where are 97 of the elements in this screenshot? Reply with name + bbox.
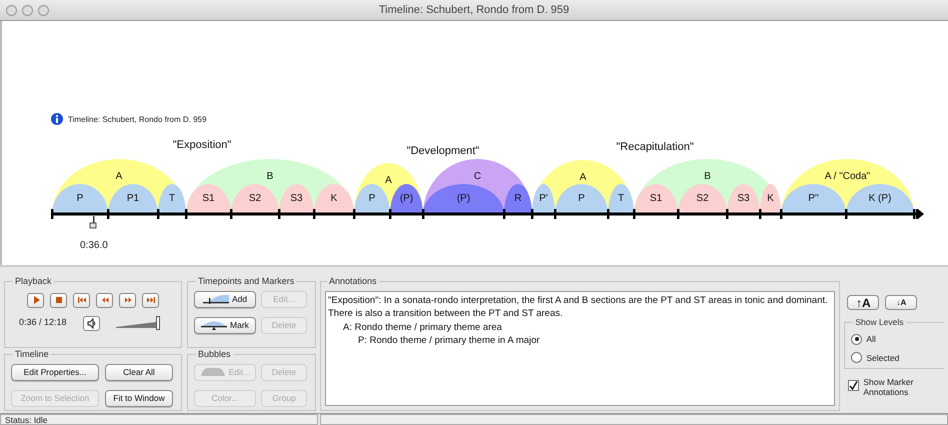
panel-button[interactable]: Edit Properties...: [11, 364, 99, 380]
bubble-label: A / "Coda": [824, 171, 870, 182]
speaker-icon: [87, 318, 96, 328]
checkbox-label: Show Marker Annotations: [863, 377, 914, 398]
increase-font-button[interactable]: ↑A: [847, 295, 880, 310]
panel-button[interactable]: Mark: [194, 316, 256, 334]
bubble-label: P: [76, 193, 84, 204]
bubble[interactable]: [52, 184, 108, 214]
annotations-text-area[interactable]: [325, 290, 836, 406]
radio-button[interactable]: [851, 352, 862, 364]
bubble-label: A: [385, 175, 392, 186]
section-label: "Development": [406, 145, 480, 157]
bubble-label: S1: [650, 193, 662, 204]
bubble[interactable]: [390, 184, 423, 214]
bubble-label: (P): [400, 193, 414, 204]
stop-icon: [54, 295, 64, 305]
bubble-label: A: [116, 171, 122, 182]
bubble[interactable]: [504, 184, 532, 214]
marker-time: 0:36.0: [80, 240, 108, 251]
info-icon: [51, 113, 63, 125]
bubble-label: A: [580, 172, 586, 183]
panel-button[interactable]: Add: [194, 290, 256, 308]
section-label: "Exposition": [172, 139, 232, 151]
skip-forward-button[interactable]: [142, 292, 159, 308]
status-text: Status: Idle: [5, 415, 49, 424]
time-readout: 0:36 / 12:18: [19, 316, 68, 330]
checkmark-icon: [849, 381, 858, 390]
bubble-label: P: [578, 193, 585, 204]
panel-title: Annotations: [328, 275, 378, 288]
skip-back-button[interactable]: [73, 292, 90, 308]
bubble-label: P1: [126, 193, 140, 204]
radio-button[interactable]: [851, 334, 862, 345]
bubble[interactable]: [158, 184, 186, 214]
rewind-icon: [100, 295, 110, 305]
panel-title: Bubbles: [197, 348, 232, 361]
bubble[interactable]: [678, 184, 727, 214]
timepoint-icon: [202, 294, 229, 304]
skip-back-icon: [76, 295, 86, 305]
radio-label: All: [866, 332, 876, 346]
checkbox[interactable]: [848, 380, 860, 392]
bubble-label: R: [514, 193, 522, 204]
bubble[interactable]: [354, 184, 390, 214]
bubble-label: P: [368, 193, 376, 204]
section-label: "Recapitulation": [616, 141, 694, 153]
panel-button[interactable]: Clear All: [105, 364, 173, 380]
bubble-label: S3: [737, 193, 750, 204]
panel-title: Timepoints and Markers: [197, 275, 296, 288]
panel-title: Timeline: [14, 348, 50, 361]
marker-icon: [201, 320, 228, 330]
bubble-label: S3: [290, 193, 303, 204]
bubble[interactable]: [760, 184, 781, 214]
bubble-label: K: [767, 193, 774, 204]
panel-title: Playback: [14, 275, 53, 288]
bubble-label: P': [539, 193, 548, 204]
bubble-label: K (P): [868, 193, 892, 204]
bubble-label: S2: [248, 193, 262, 204]
window-title: Timeline: Schubert, Rondo from D. 959: [378, 2, 570, 18]
bubble-label: S2: [696, 193, 709, 204]
time-marker[interactable]: [90, 216, 96, 228]
bubble[interactable]: [634, 184, 678, 214]
bubble[interactable]: [314, 184, 354, 214]
mute-button[interactable]: [83, 316, 100, 330]
stop-button[interactable]: [50, 292, 67, 308]
bubble[interactable]: [108, 184, 158, 214]
annotation-line: A: Rondo theme / primary theme area: [342, 320, 503, 334]
slider-thumb[interactable]: [156, 316, 160, 330]
fast-forward-icon: [122, 295, 132, 305]
bubble-label: C: [474, 171, 482, 182]
bubble-label: B: [266, 171, 274, 182]
timeline-caption: Timeline: Schubert, Rondo from D. 959: [68, 115, 206, 124]
panel-button[interactable]: Fit to Window: [105, 390, 173, 406]
volume-slider[interactable]: [116, 316, 160, 330]
annotation-line: P: Rondo theme / primary theme in A major: [357, 334, 541, 348]
skip-forward-icon: [146, 295, 156, 305]
play-button[interactable]: [27, 292, 44, 308]
bubble-label: S1: [202, 193, 215, 204]
bubble[interactable]: [186, 184, 231, 214]
bubble-label: B: [704, 171, 711, 182]
bubble[interactable]: [231, 184, 279, 214]
bubble-icon: [200, 367, 226, 377]
bubble-label: P'': [808, 193, 819, 204]
decrease-font-button[interactable]: ↓A: [885, 295, 918, 310]
bubble-label: (P): [456, 193, 470, 204]
bubble-label: T: [168, 193, 176, 204]
bubble[interactable]: [846, 184, 914, 214]
bubble-label: T: [618, 193, 624, 204]
bubble[interactable]: [608, 184, 634, 214]
bubble[interactable]: [532, 184, 555, 214]
rewind-button[interactable]: [96, 292, 113, 308]
bubble-label: K: [330, 193, 338, 204]
bubble[interactable]: [279, 184, 314, 214]
panel-title: Show Levels: [854, 316, 905, 329]
bubble[interactable]: [781, 184, 846, 214]
bubble[interactable]: [727, 184, 760, 214]
annotation-paragraph: "Exposition": In a sonata-rondo interpretation, the first A and B sections are the PT and ST areas in tonic and dominant. There is also a transition between the PT and ST areas.: [328, 294, 829, 320]
fast-forward-button[interactable]: [119, 292, 136, 308]
radio-label: Selected: [866, 352, 900, 364]
